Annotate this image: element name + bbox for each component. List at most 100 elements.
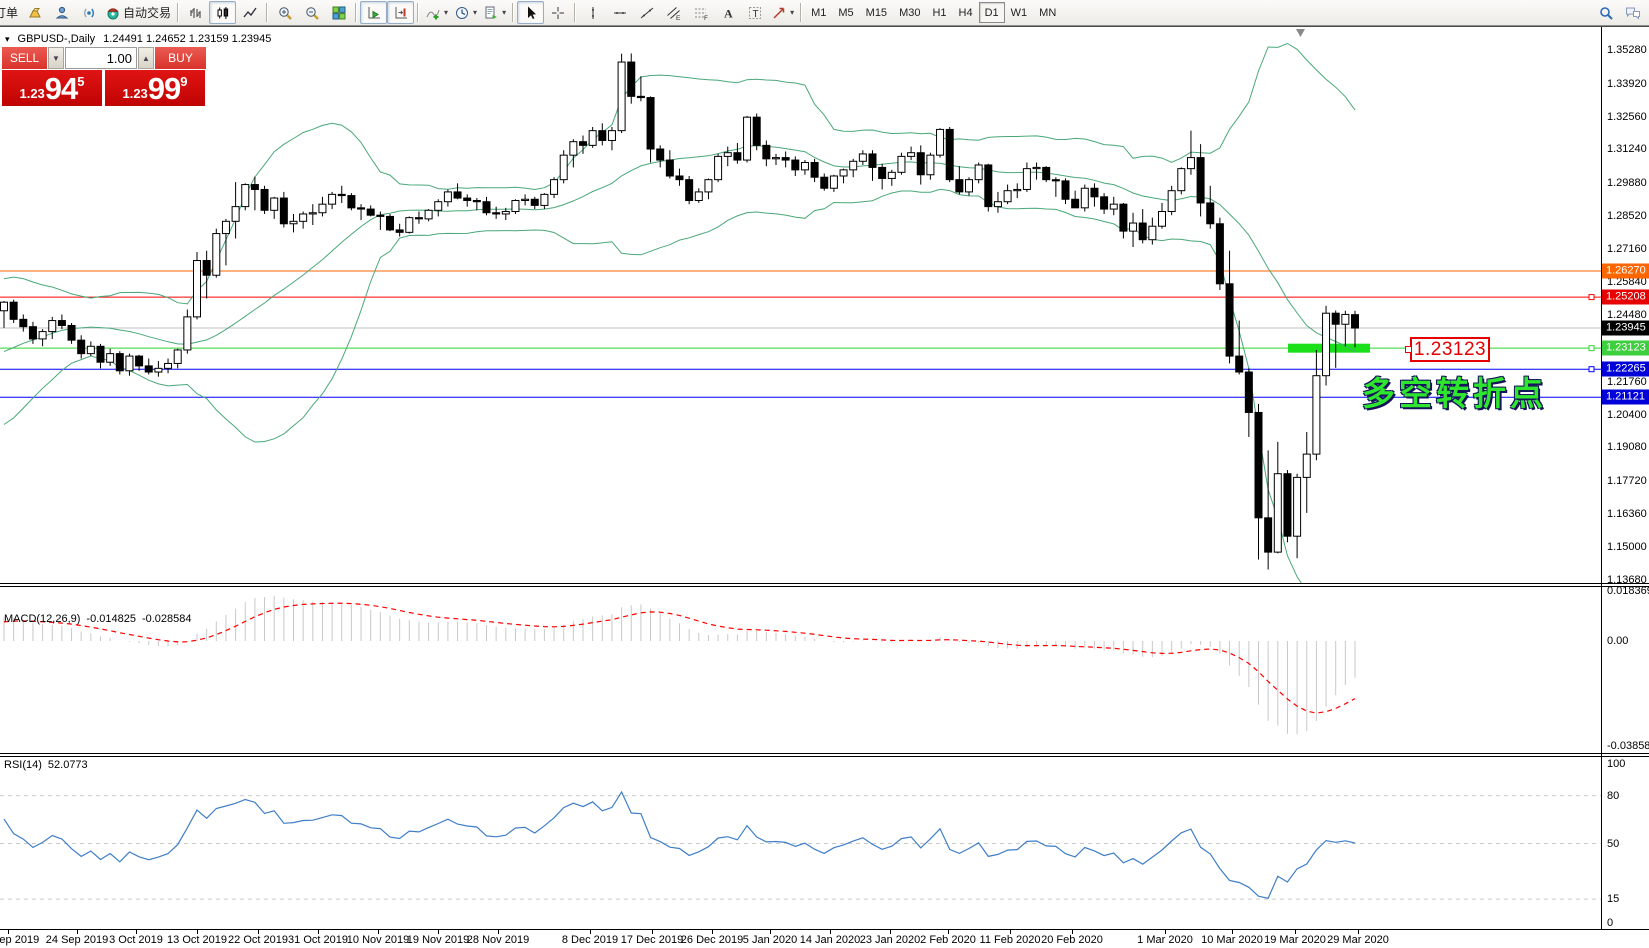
timeframe-h1-button[interactable]: H1: [926, 2, 952, 23]
cross-icon: [550, 5, 566, 21]
price-tick-1.29880: 1.29880: [1607, 177, 1647, 189]
chart-window[interactable]: ▾ GBPUSD-,Daily 1.24491 1.24652 1.23159 …: [0, 26, 1649, 948]
trend-line-button[interactable]: [633, 1, 660, 24]
arrows-icon: [771, 5, 787, 21]
bar-chart-button[interactable]: [182, 1, 209, 24]
date-label: 19 Nov 2019: [407, 934, 469, 946]
volume-decrease-button[interactable]: ▼: [48, 47, 64, 69]
arrows-button[interactable]: ▾: [768, 1, 797, 24]
tiles-icon: [331, 5, 347, 21]
macd-scale-min: -0.038585: [1607, 740, 1649, 752]
buy-button[interactable]: BUY: [155, 47, 206, 69]
macd-label: MACD(12,26,9) -0.014825 -0.028584: [4, 613, 192, 625]
buy-price-display[interactable]: 1.23 99 9: [105, 70, 205, 106]
rsi-pane-canvas[interactable]: [0, 755, 1601, 929]
indicators-list-button[interactable]: ▾: [422, 1, 451, 24]
volume-increase-button[interactable]: ▲: [138, 47, 154, 69]
zoom-in-button[interactable]: [271, 1, 298, 24]
chart-shift-marker[interactable]: [1296, 29, 1305, 37]
fibonacci-button[interactable]: F: [687, 1, 714, 24]
zoom-out-button[interactable]: [298, 1, 325, 24]
search-button[interactable]: [1592, 1, 1619, 24]
profile-button[interactable]: [48, 1, 75, 24]
macd-name: MACD(12,26,9): [4, 613, 80, 625]
price-tag-1.23123[interactable]: 1.23123: [1410, 337, 1490, 362]
macd-signal-value: -0.028584: [142, 613, 192, 625]
tile-windows-button[interactable]: [325, 1, 352, 24]
equidistant-channel-button[interactable]: E: [660, 1, 687, 24]
timeframe-m15-button[interactable]: M15: [860, 2, 893, 23]
chat-button[interactable]: [1619, 1, 1646, 24]
main-chart-canvas[interactable]: [0, 27, 1601, 583]
price-tick-1.24480: 1.24480: [1607, 309, 1647, 321]
hline-handle[interactable]: [1589, 346, 1594, 351]
vertical-line-button[interactable]: [579, 1, 606, 24]
cursor-icon: [523, 5, 539, 21]
gold-ingot-button[interactable]: [21, 1, 48, 24]
templates-button[interactable]: ▾: [480, 1, 509, 24]
price-tick-1.17720: 1.17720: [1607, 475, 1647, 487]
macd-pane-canvas[interactable]: [0, 585, 1601, 753]
timeframe-m1-button[interactable]: M1: [805, 2, 832, 23]
price-marker-1.22265: 1.22265: [1602, 362, 1649, 377]
labelT-icon: T: [747, 5, 763, 21]
price-tick-1.32560: 1.32560: [1607, 111, 1647, 123]
text-label-button[interactable]: T: [741, 1, 768, 24]
price-marker-1.23945: 1.23945: [1602, 321, 1649, 336]
ind-icon: [425, 5, 441, 21]
rsi-label: RSI(14) 52.0773: [4, 759, 88, 771]
price-tick-1.31240: 1.31240: [1607, 143, 1647, 155]
timeframe-d1-button[interactable]: D1: [979, 2, 1005, 23]
zoomin-icon: [277, 5, 293, 21]
shift-icon: [393, 5, 409, 21]
auto-scroll-button[interactable]: [360, 1, 387, 24]
buy-price-main: 99: [148, 73, 180, 104]
turning-point-annotation[interactable]: 多空转折点: [1362, 367, 1547, 415]
horizontal-line-button[interactable]: [606, 1, 633, 24]
autotrading-button[interactable]: 自动交易: [102, 1, 174, 24]
price-tick-1.27160: 1.27160: [1607, 243, 1647, 255]
timeframe-h4-button[interactable]: H4: [953, 2, 979, 23]
line-chart-button[interactable]: [236, 1, 263, 24]
sell-price-display[interactable]: 1.23 94 5: [2, 70, 102, 106]
linechart-icon: [242, 5, 258, 21]
rsi-name: RSI(14): [4, 759, 42, 771]
candlestick-chart-button[interactable]: [209, 1, 236, 24]
crosshair-button[interactable]: [544, 1, 571, 24]
periods-button[interactable]: ▾: [451, 1, 480, 24]
toolbar-separator: [512, 3, 514, 22]
svg-text:F: F: [704, 15, 708, 21]
buy-price-pip: 9: [180, 74, 187, 89]
toolbar-right-group: [1592, 1, 1646, 24]
toolbar-separator: [800, 3, 802, 22]
date-label: 15 Sep 2019: [0, 934, 39, 946]
date-axis[interactable]: 15 Sep 201924 Sep 20193 Oct 201913 Oct 2…: [0, 929, 1649, 948]
price-marker-1.25208: 1.25208: [1602, 290, 1649, 305]
text-button[interactable]: A: [714, 1, 741, 24]
chart-ohlc-values: 1.24491 1.24652 1.23159 1.23945: [103, 33, 271, 45]
sell-button[interactable]: SELL: [2, 47, 47, 69]
hline-handle[interactable]: [1589, 367, 1594, 372]
rsi-scale-80: 80: [1607, 790, 1619, 802]
ingot-icon: [27, 5, 43, 21]
dropdown-arrow-icon: ▾: [473, 8, 477, 17]
price-tick-1.21760: 1.21760: [1607, 376, 1647, 388]
new-order-button[interactable]: 订单: [0, 1, 21, 24]
chart-shift-button[interactable]: [387, 1, 414, 24]
timeframe-mn-button[interactable]: MN: [1033, 2, 1062, 23]
toolbar-separator: [177, 3, 179, 22]
toolbar-separator: [574, 3, 576, 22]
date-label: 14 Jan 2020: [800, 934, 861, 946]
volume-input[interactable]: [65, 47, 137, 69]
rsi-scale-15: 15: [1607, 893, 1619, 905]
rsi-pane-splitter[interactable]: [0, 753, 1649, 757]
macd-pane-splitter[interactable]: [0, 583, 1649, 587]
horizontal-level-lines: [0, 271, 1601, 397]
timeframe-w1-button[interactable]: W1: [1005, 2, 1034, 23]
signals-button[interactable]: [75, 1, 102, 24]
hline-handle[interactable]: [1589, 295, 1594, 300]
timeframe-m5-button[interactable]: M5: [832, 2, 859, 23]
price-axis[interactable]: 1.352801.339201.325601.312401.298801.285…: [1601, 27, 1649, 929]
timeframe-m30-button[interactable]: M30: [893, 2, 926, 23]
cursor-button[interactable]: [517, 1, 544, 24]
